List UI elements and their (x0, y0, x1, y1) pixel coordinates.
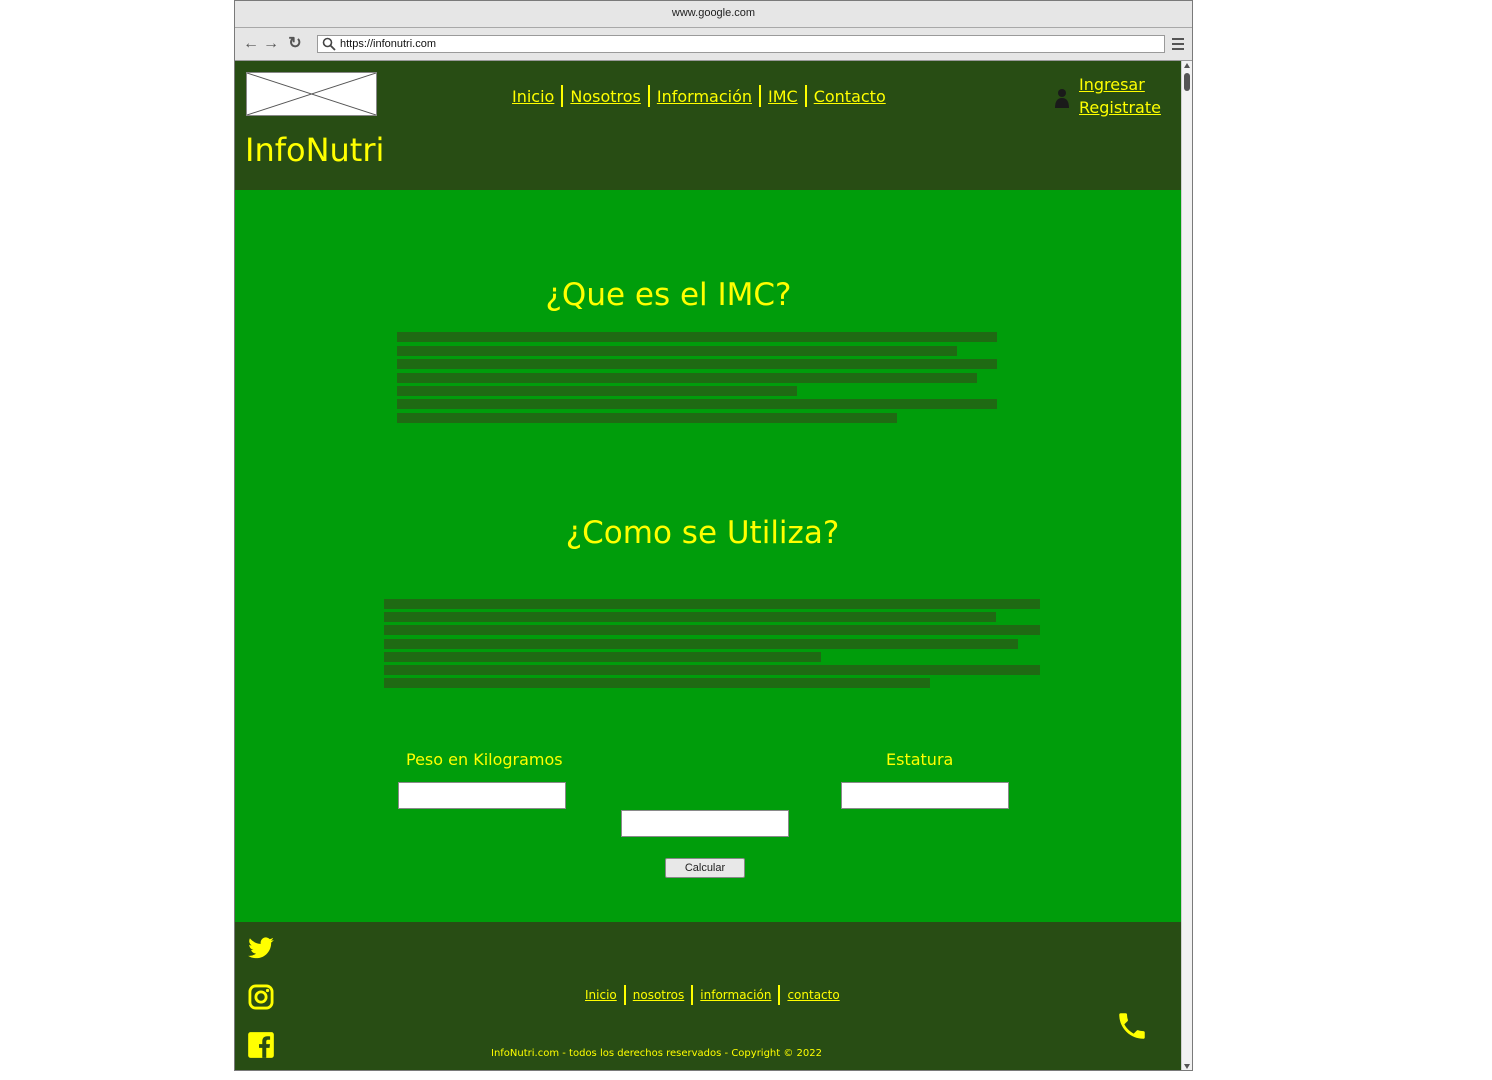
height-label: Estatura (886, 750, 954, 769)
height-input[interactable] (841, 782, 1009, 809)
weight-label: Peso en Kilogramos (406, 750, 563, 769)
text-placeholder-line (397, 399, 997, 409)
reload-icon[interactable]: ↻ (287, 36, 303, 52)
nav-link-imc[interactable]: IMC (761, 87, 805, 106)
brand-name: InfoNutri (245, 131, 385, 169)
text-placeholder-line (397, 332, 997, 342)
search-icon (322, 37, 336, 51)
text-placeholder-line (397, 346, 957, 356)
usage-section-title: ¿Como se Utiliza? (565, 515, 840, 551)
vertical-scrollbar[interactable] (1181, 61, 1192, 1070)
scroll-down-arrow-icon[interactable] (1184, 1064, 1190, 1069)
nav-link-inicio[interactable]: Inicio (505, 87, 561, 106)
text-placeholder-line (384, 678, 930, 688)
user-icon (1055, 89, 1069, 108)
browser-title: www.google.com (235, 1, 1192, 28)
site-header: InfoNutri Inicio Nosotros Información IM… (235, 61, 1182, 190)
nav-link-nosotros[interactable]: Nosotros (563, 87, 648, 106)
text-placeholder-line (384, 612, 996, 622)
footer-nav: Inicio nosotros información contacto (578, 985, 847, 1005)
text-placeholder-line (384, 639, 1018, 649)
scroll-up-arrow-icon[interactable] (1184, 63, 1190, 68)
address-bar[interactable]: https://infonutri.com (317, 35, 1165, 53)
scroll-thumb[interactable] (1184, 73, 1190, 91)
footer-link-informacion[interactable]: información (693, 988, 778, 1002)
forward-arrow-icon[interactable]: → (263, 36, 279, 52)
result-field[interactable] (621, 810, 789, 837)
weight-input[interactable] (398, 782, 566, 809)
back-arrow-icon[interactable]: ← (243, 36, 259, 52)
calculate-button[interactable]: Calcular (665, 858, 745, 878)
url-text: https://infonutri.com (340, 38, 436, 50)
footer-link-nosotros[interactable]: nosotros (626, 988, 692, 1002)
logo-placeholder-image (246, 72, 377, 116)
text-placeholder-line (397, 359, 997, 369)
register-link[interactable]: Registrate (1079, 96, 1161, 119)
footer-link-contacto[interactable]: contacto (780, 988, 846, 1002)
browser-window: www.google.com ← → ↻ https://infonutri.c… (234, 0, 1193, 1071)
page-viewport: InfoNutri Inicio Nosotros Información IM… (235, 61, 1182, 1070)
text-placeholder-line (384, 652, 821, 662)
text-placeholder-line (384, 599, 1040, 609)
nav-link-contacto[interactable]: Contacto (807, 87, 893, 106)
imc-section-title: ¿Que es el IMC? (545, 277, 792, 313)
text-placeholder-line (397, 373, 977, 383)
main-nav: Inicio Nosotros Información IMC Contacto (505, 85, 893, 107)
phone-icon[interactable] (1115, 1009, 1149, 1043)
site-footer: Inicio nosotros información contacto Inf… (235, 922, 1182, 1070)
nav-link-informacion[interactable]: Información (650, 87, 759, 106)
copyright-text: InfoNutri.com - todos los derechos reser… (491, 1048, 822, 1059)
login-link[interactable]: Ingresar (1079, 73, 1161, 96)
text-placeholder-line (397, 413, 897, 423)
text-placeholder-line (384, 625, 1040, 635)
browser-toolbar: ← → ↻ https://infonutri.com (235, 28, 1192, 61)
twitter-icon[interactable] (247, 934, 275, 962)
text-placeholder-line (384, 665, 1040, 675)
hamburger-menu-icon[interactable] (1172, 38, 1184, 50)
text-placeholder-line (397, 386, 797, 396)
auth-links: Ingresar Registrate (1079, 73, 1161, 119)
footer-link-inicio[interactable]: Inicio (578, 988, 624, 1002)
instagram-icon[interactable] (247, 983, 275, 1011)
